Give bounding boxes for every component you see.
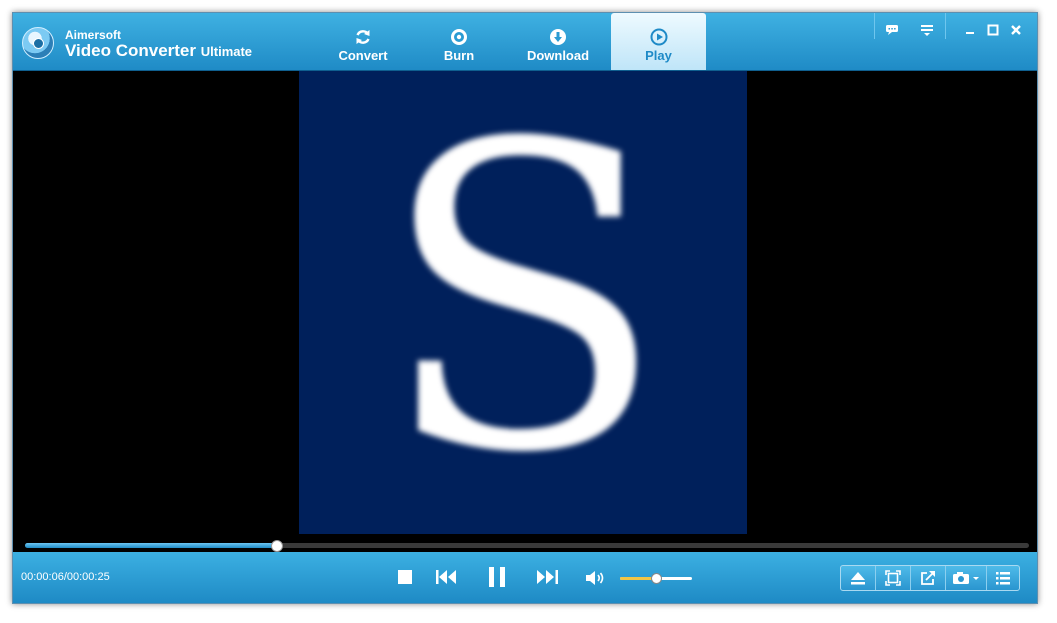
volume-slider[interactable]: [620, 573, 692, 584]
seek-progress: [25, 543, 276, 548]
chat-icon[interactable]: [881, 20, 903, 40]
share-button[interactable]: [911, 566, 946, 590]
volume-button[interactable]: [581, 564, 611, 590]
previous-button[interactable]: [432, 564, 462, 590]
stop-button[interactable]: [390, 564, 420, 590]
rewind-icon: [436, 570, 456, 584]
seek-bar-area: [13, 534, 1037, 552]
fullscreen-button[interactable]: [876, 566, 911, 590]
seek-handle[interactable]: [271, 540, 283, 552]
close-icon[interactable]: [1005, 20, 1027, 40]
next-button[interactable]: [532, 564, 562, 590]
play-circle-icon: [650, 28, 667, 46]
video-frame: S: [299, 71, 747, 534]
minimize-icon[interactable]: [959, 20, 981, 40]
product-title: Video Converter: [65, 41, 197, 60]
disc-icon: [451, 29, 467, 45]
download-icon: [550, 29, 566, 45]
brand-name: Aimersoft: [65, 28, 122, 42]
speaker-icon: [586, 571, 604, 585]
list-icon: [996, 572, 1010, 585]
pause-icon: [489, 567, 505, 587]
refresh-icon: [356, 30, 370, 44]
stop-icon: [398, 570, 412, 584]
volume-handle[interactable]: [651, 573, 662, 584]
player-toolbar: [840, 565, 1020, 591]
menu-icon[interactable]: [916, 20, 938, 40]
snapshot-button[interactable]: [946, 566, 987, 590]
pause-button[interactable]: [482, 564, 512, 590]
share-icon: [921, 571, 935, 585]
divider: [874, 13, 875, 39]
product-edition: Ultimate: [200, 44, 253, 59]
eject-icon: [851, 572, 865, 585]
maximize-icon[interactable]: [982, 20, 1004, 40]
app-window: Aimersoft Video Converter Ultimate Conve…: [12, 12, 1038, 604]
video-frame-letter: S: [379, 56, 667, 545]
playlist-button[interactable]: [987, 566, 1019, 590]
time-display: 00:00:06/00:00:25: [21, 571, 110, 583]
playback-controls: 00:00:06/00:00:25: [13, 552, 1037, 603]
eject-button[interactable]: [841, 566, 876, 590]
fullscreen-icon: [885, 570, 901, 586]
video-display[interactable]: S: [13, 71, 1037, 534]
seek-bar[interactable]: [25, 540, 1029, 552]
divider: [945, 13, 946, 39]
app-logo: [22, 27, 54, 59]
camera-icon: [953, 572, 979, 584]
fast-forward-icon: [537, 570, 558, 584]
product-name: Video Converter Ultimate: [65, 41, 252, 61]
